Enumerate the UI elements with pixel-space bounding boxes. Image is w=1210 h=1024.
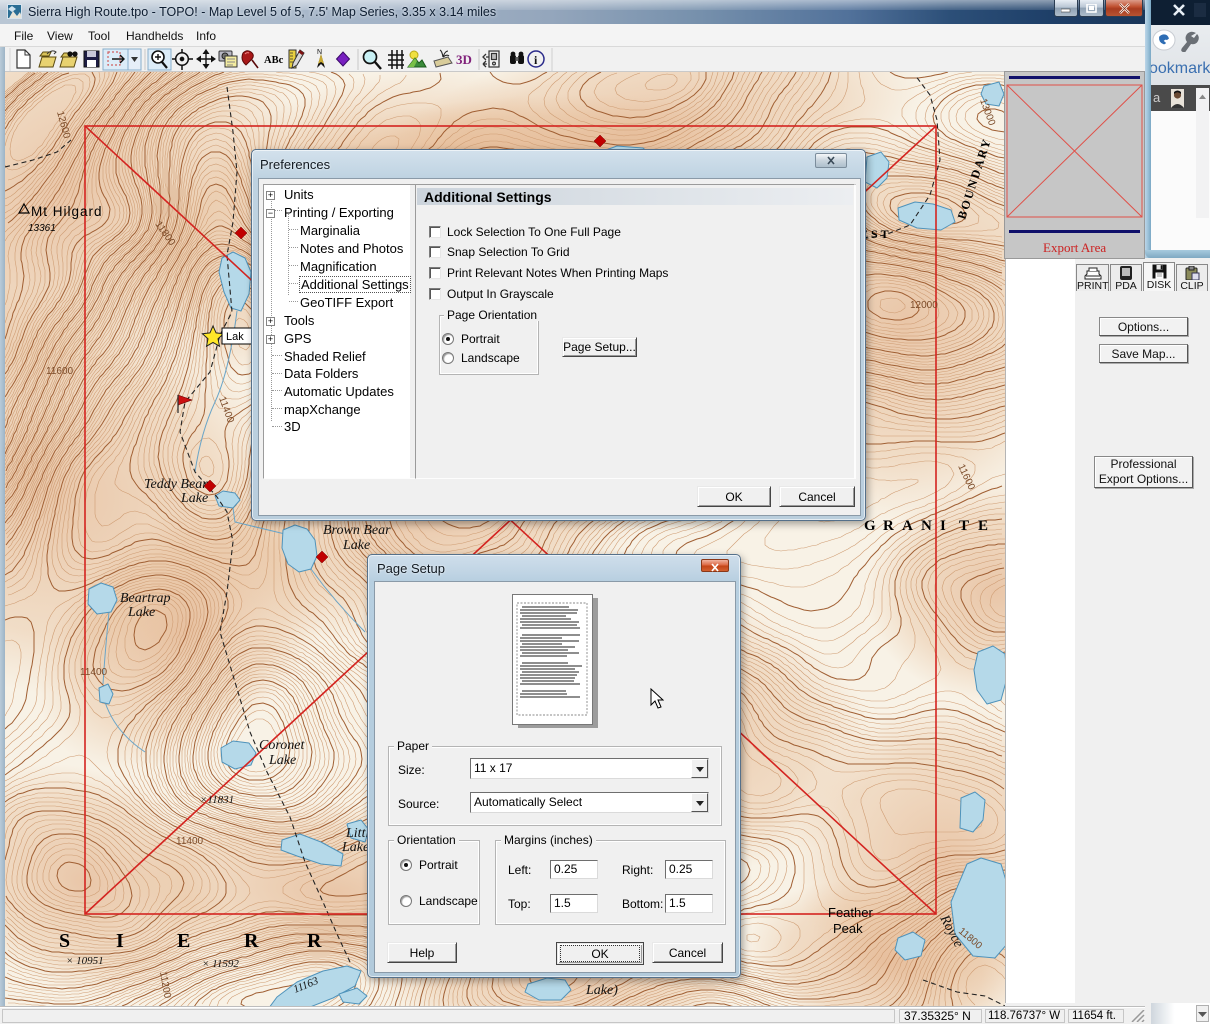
svg-text:Lake: Lake [342, 538, 370, 553]
svg-text:N: N [921, 518, 932, 534]
svg-text:Export Area: Export Area [1043, 240, 1106, 255]
svg-text:Feather: Feather [828, 905, 873, 920]
svg-text:I: I [116, 930, 124, 952]
svg-text:Lake: Lake [268, 753, 296, 768]
svg-text:E: E [978, 518, 988, 534]
svg-text:Brown Bear: Brown Bear [323, 523, 391, 538]
svg-text:3D: 3D [456, 52, 472, 67]
svg-text:R: R [307, 930, 322, 952]
svg-text:Coronet: Coronet [259, 738, 305, 753]
svg-text:I: I [940, 518, 946, 534]
svg-text:Peak: Peak [833, 921, 863, 936]
svg-text:Mt Hilgard: Mt Hilgard [31, 204, 103, 219]
svg-text:11400: 11400 [176, 836, 204, 847]
svg-text:A: A [902, 518, 913, 534]
svg-text:R: R [244, 930, 259, 952]
svg-text:Beartrap: Beartrap [120, 591, 171, 606]
svg-text:Littl: Littl [345, 826, 369, 841]
svg-text:Lake: Lake [180, 491, 208, 506]
svg-text:× 11592: × 11592 [202, 958, 239, 970]
svg-text:× 10951: × 10951 [66, 955, 104, 967]
svg-text:ABc: ABc [264, 55, 284, 66]
svg-text:N: N [317, 49, 322, 56]
svg-text:13361: 13361 [28, 223, 56, 234]
svg-text:i: i [534, 53, 538, 67]
svg-text:Lake: Lake [127, 605, 155, 620]
svg-text:G: G [864, 518, 876, 534]
svg-text:S: S [59, 930, 70, 952]
svg-text:11600: 11600 [46, 366, 74, 377]
svg-text:11400: 11400 [80, 667, 108, 678]
svg-text:R: R [883, 518, 894, 534]
svg-text:Lak: Lak [226, 331, 244, 343]
svg-text:12000: 12000 [910, 300, 938, 311]
svg-text:Lake): Lake) [585, 983, 618, 998]
svg-text:Teddy Bear: Teddy Bear [144, 477, 208, 492]
svg-text:T: T [959, 518, 969, 534]
svg-text:×11831: ×11831 [200, 794, 234, 806]
svg-text:E: E [177, 930, 190, 952]
svg-text:Lake: Lake [341, 840, 369, 855]
